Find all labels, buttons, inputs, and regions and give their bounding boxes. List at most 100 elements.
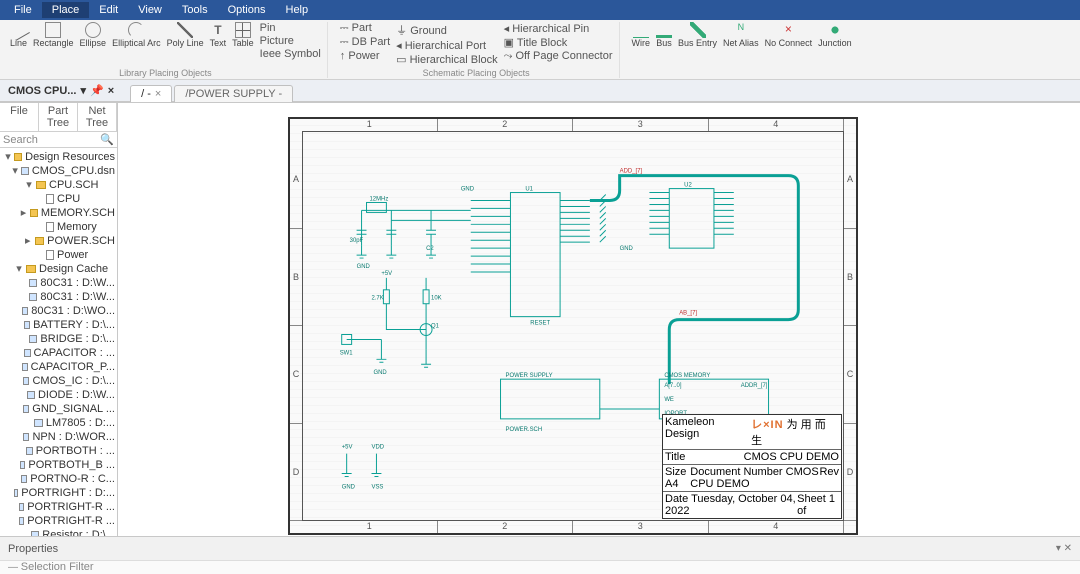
tool-elliptical-arc[interactable]: Elliptical Arc <box>112 22 161 48</box>
menu-edit[interactable]: Edit <box>89 2 128 18</box>
svg-text:CMOS MEMORY: CMOS MEMORY <box>664 373 710 379</box>
doc-pin-icon[interactable]: 📌 <box>90 84 104 97</box>
tool-rectangle[interactable]: Rectangle <box>33 22 74 48</box>
svg-text:A[7..0]: A[7..0] <box>664 383 682 389</box>
file-tab-1[interactable]: /POWER SUPPLY - <box>174 85 293 102</box>
doc-dropdown-icon[interactable]: ▾ <box>80 84 86 97</box>
tool-ground[interactable]: ⏚ Ground <box>396 22 497 38</box>
tool-text[interactable]: TText <box>210 22 227 48</box>
tool-off-page[interactable]: ⤳ Off Page Connector <box>504 50 613 63</box>
tree-node[interactable]: PORTRIGHT : D:... <box>0 486 117 500</box>
tool-picture[interactable]: Picture <box>260 35 321 47</box>
tool-polyline[interactable]: Poly Line <box>167 22 204 48</box>
chip-icon <box>24 349 31 357</box>
chip-icon <box>22 363 28 371</box>
chip-icon <box>23 405 29 413</box>
sidebar-tabs: File Part Tree Net Tree <box>0 103 117 132</box>
schematic-canvas[interactable]: 1234 1234 ABCD ABCD 12MHz 30pF GND C2 GN… <box>118 103 1080 536</box>
tree-node[interactable]: ▸MEMORY.SCH <box>0 206 117 220</box>
tool-junction[interactable]: Junction <box>818 22 852 48</box>
tree-node[interactable]: PORTRIGHT-R ... <box>0 514 117 528</box>
properties-panel-header[interactable]: Properties ▾ ✕ <box>0 536 1080 560</box>
tree-node[interactable]: ▾Design Cache <box>0 262 117 276</box>
tree-node[interactable]: NPN : D:\WOR... <box>0 430 117 444</box>
tool-ellipse[interactable]: Ellipse <box>80 22 107 48</box>
file-tab-0[interactable]: / - × <box>130 85 172 102</box>
menu-place[interactable]: Place <box>42 2 90 18</box>
tree-node[interactable]: CMOS_IC : D:\... <box>0 374 117 388</box>
selection-filter-bar[interactable]: — Selection Filter <box>0 560 1080 574</box>
page-icon <box>46 194 54 204</box>
chip-icon <box>29 293 37 301</box>
chip-icon <box>23 433 29 441</box>
tool-no-connect[interactable]: ×No Connect <box>765 22 813 48</box>
tree-node[interactable]: CAPACITOR : ... <box>0 346 117 360</box>
tool-bus-entry[interactable]: Bus Entry <box>678 22 717 48</box>
tool-title-block[interactable]: ▣ Title Block <box>504 36 613 49</box>
tool-hier-port[interactable]: ◂ Hierarchical Port <box>396 39 497 52</box>
svg-text:ADDR_[7]: ADDR_[7] <box>741 383 768 389</box>
tool-hier-block[interactable]: ▭ Hierarchical Block <box>396 53 497 66</box>
folder-icon <box>14 153 22 161</box>
tool-power[interactable]: ↑ Power <box>340 50 390 62</box>
tree-node[interactable]: GND_SIGNAL ... <box>0 402 117 416</box>
svg-text:AB_[7]: AB_[7] <box>679 311 697 317</box>
logo: レ×IN <box>751 419 783 431</box>
doc-close-icon[interactable]: × <box>108 85 114 97</box>
sidebar-tab-net-tree[interactable]: Net Tree <box>78 103 117 131</box>
tool-bus[interactable]: Bus <box>656 22 672 48</box>
menu-view[interactable]: View <box>128 2 172 18</box>
svg-text:C2: C2 <box>426 246 434 252</box>
svg-text:GND: GND <box>342 484 355 490</box>
tree-node[interactable]: CPU <box>0 192 117 206</box>
tree-node[interactable]: PORTBOTH : ... <box>0 444 117 458</box>
svg-text:+5V: +5V <box>381 271 392 277</box>
tree-node[interactable]: ▾CMOS_CPU.dsn <box>0 164 117 178</box>
tool-ieee-symbol[interactable]: Ieee Symbol <box>260 48 321 60</box>
tree-node[interactable]: 80C31 : D:\WO... <box>0 304 117 318</box>
tool-pin[interactable]: Pin <box>260 22 321 34</box>
tree-node[interactable]: ▾CPU.SCH <box>0 178 117 192</box>
svg-text:GND: GND <box>357 264 370 270</box>
menu-file[interactable]: File <box>4 2 42 18</box>
close-icon[interactable]: × <box>155 88 161 100</box>
tool-part[interactable]: ⎓ Part <box>340 22 390 35</box>
tree-node[interactable]: PORTNO-R : C... <box>0 472 117 486</box>
menu-help[interactable]: Help <box>276 2 319 18</box>
title-block: Kameleon Designレ×IN 为 用 而 生 TitleCMOS CP… <box>662 414 842 519</box>
tool-net-alias[interactable]: NNet Alias <box>723 22 759 48</box>
tool-hier-pin[interactable]: ◂ Hierarchical Pin <box>504 22 613 35</box>
tree-node[interactable]: ▸POWER.SCH <box>0 234 117 248</box>
tree-node[interactable]: LM7805 : D:... <box>0 416 117 430</box>
tree-node[interactable]: PORTRIGHT-R ... <box>0 500 117 514</box>
ribbon-group-shapes-label: Library Placing Objects <box>119 68 212 78</box>
chip-icon <box>19 517 24 525</box>
chip-icon <box>21 475 27 483</box>
sidebar-tab-part-tree[interactable]: Part Tree <box>39 103 78 131</box>
tree-node[interactable]: DIODE : D:\W... <box>0 388 117 402</box>
tree-node[interactable]: Memory <box>0 220 117 234</box>
svg-text:GND: GND <box>620 246 633 252</box>
ribbon-group-shapes: Line Rectangle Ellipse Elliptical Arc Po… <box>4 22 328 78</box>
tree-node[interactable]: ▾Design Resources <box>0 150 117 164</box>
menu-options[interactable]: Options <box>218 2 276 18</box>
tree-node[interactable]: PORTBOTH_B ... <box>0 458 117 472</box>
tool-line[interactable]: Line <box>10 22 27 48</box>
tree-node[interactable]: 80C31 : D:\W... <box>0 276 117 290</box>
tool-wire[interactable]: Wire <box>632 22 651 48</box>
tree-node[interactable]: BATTERY : D:\... <box>0 318 117 332</box>
chip-icon <box>34 419 43 427</box>
tool-db-part[interactable]: ⎓ DB Part <box>340 36 390 49</box>
search-icon[interactable]: 🔍 <box>100 133 114 146</box>
sidebar-tab-file[interactable]: File <box>0 103 39 131</box>
tree-node[interactable]: Resistor : D:\... <box>0 528 117 536</box>
menu-tools[interactable]: Tools <box>172 2 218 18</box>
properties-window-buttons[interactable]: ▾ ✕ <box>1056 543 1072 554</box>
tree-node[interactable]: Power <box>0 248 117 262</box>
tree-node[interactable]: 80C31 : D:\W... <box>0 290 117 304</box>
ribbon-lib-list: Pin Picture Ieee Symbol <box>260 22 321 60</box>
sidebar-search[interactable]: Search 🔍 <box>0 132 117 148</box>
tree-node[interactable]: BRIDGE : D:\... <box>0 332 117 346</box>
tool-table[interactable]: Table <box>232 22 254 48</box>
tree-node[interactable]: CAPACITOR_P... <box>0 360 117 374</box>
